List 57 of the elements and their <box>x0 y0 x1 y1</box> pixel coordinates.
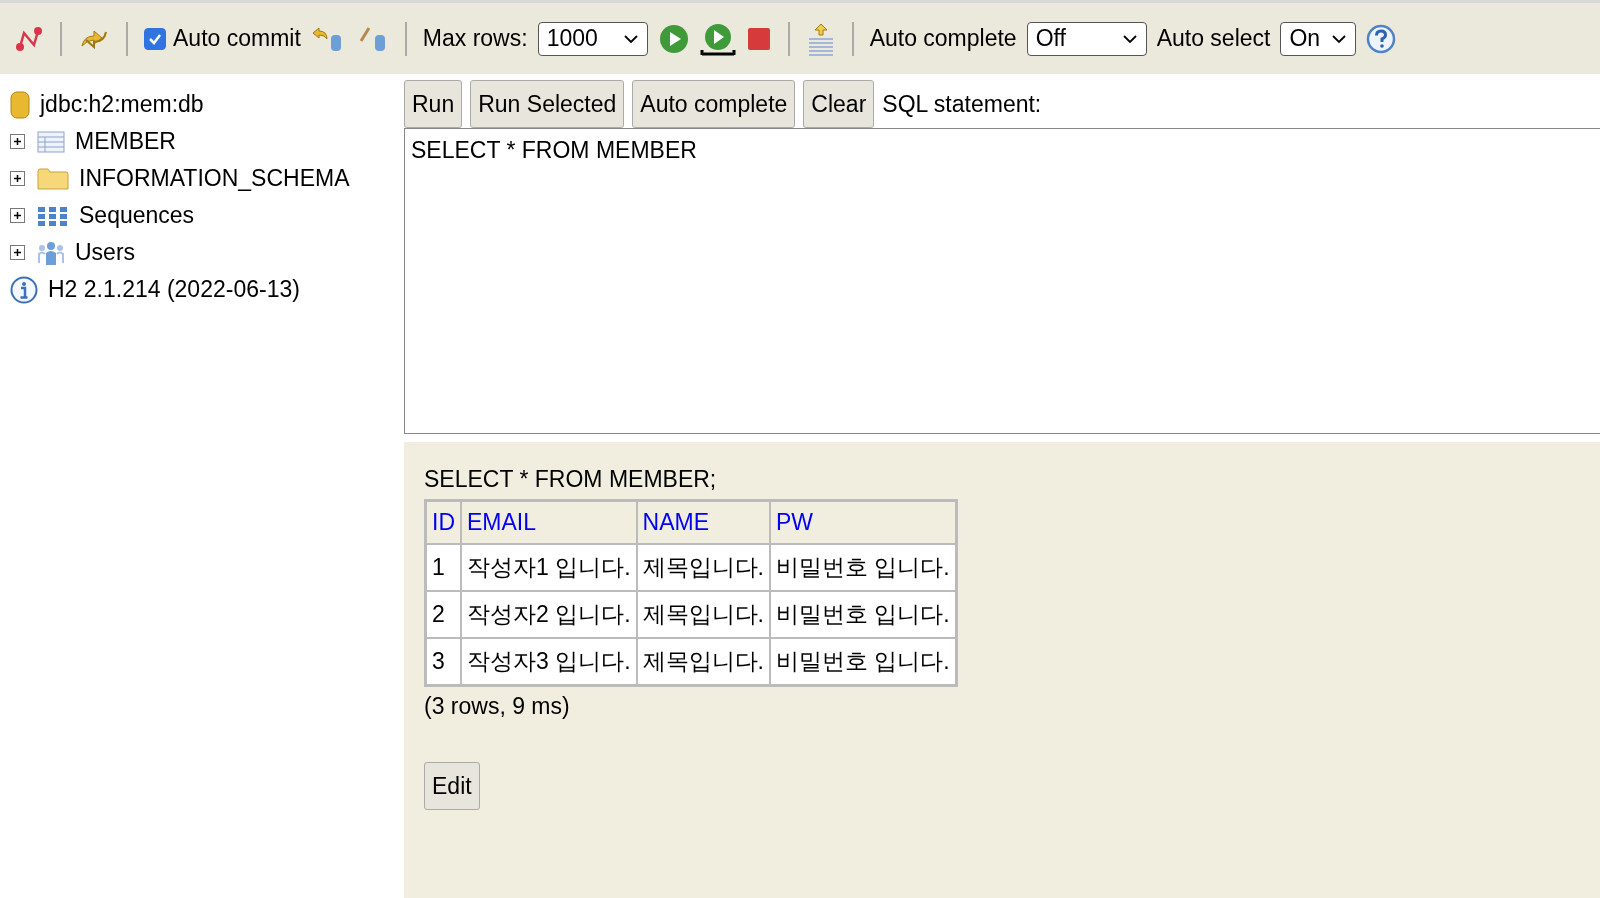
table-cell: 작성자2 입니다. <box>461 591 637 638</box>
caret-icon <box>622 33 639 44</box>
stop-icon[interactable] <box>745 25 772 52</box>
run-icon[interactable] <box>657 22 690 55</box>
expand-icon[interactable] <box>10 134 25 149</box>
auto-select-select[interactable]: On <box>1280 21 1357 56</box>
column-header[interactable]: EMAIL <box>461 501 637 544</box>
editor-button[interactable]: Clear <box>803 80 875 128</box>
tree-item[interactable]: MEMBER <box>75 128 176 155</box>
table-cell: 제목입니다. <box>636 591 770 638</box>
folder-icon <box>37 166 69 191</box>
run-selected-icon[interactable] <box>699 21 736 56</box>
help-icon[interactable] <box>1366 23 1397 54</box>
table-icon <box>37 130 65 153</box>
tree-item[interactable]: Users <box>75 239 136 266</box>
sql-text: SELECT * FROM MEMBER <box>411 137 697 163</box>
expand-icon[interactable] <box>10 245 25 260</box>
max-rows-select[interactable]: 1000 <box>537 21 648 56</box>
column-header[interactable]: PW <box>769 501 956 544</box>
editor-button[interactable]: Run Selected <box>470 80 625 128</box>
connection-url: jdbc:h2:mem:db <box>40 91 204 118</box>
auto-commit-checkbox[interactable] <box>144 27 166 50</box>
table-cell: 제목입니다. <box>636 638 770 685</box>
table-cell: 비밀번호 입니다. <box>769 544 956 591</box>
column-header[interactable]: NAME <box>636 501 770 544</box>
tree-item[interactable]: Sequences <box>79 202 195 229</box>
table-cell: 비밀번호 입니다. <box>769 591 956 638</box>
database-icon <box>10 90 30 119</box>
auto-select-label: Auto select <box>1156 25 1271 52</box>
result-summary: (3 rows, 9 ms) <box>424 693 571 720</box>
table-cell: 2 <box>426 591 461 638</box>
table-cell: 작성자3 입니다. <box>461 638 637 685</box>
column-header[interactable]: ID <box>426 501 461 544</box>
auto-complete-select[interactable]: Off <box>1026 21 1147 56</box>
result-query: SELECT * FROM MEMBER; <box>424 466 718 493</box>
table-cell: 3 <box>426 638 461 685</box>
max-rows-label: Max rows: <box>422 25 528 52</box>
table-cell: 비밀번호 입니다. <box>769 638 956 685</box>
caret-icon <box>1121 33 1138 44</box>
info-icon <box>10 275 38 304</box>
expand-icon[interactable] <box>10 171 25 186</box>
table-cell: 작성자1 입니다. <box>461 544 637 591</box>
auto-complete-label: Auto complete <box>869 25 1017 52</box>
disconnect-icon[interactable] <box>14 24 44 53</box>
editor-button[interactable]: Auto complete <box>632 80 796 128</box>
sql-statement-label: SQL statement: <box>882 90 1042 118</box>
expand-icon[interactable] <box>10 208 25 223</box>
table-cell: 제목입니다. <box>636 544 770 591</box>
caret-icon <box>1331 33 1348 44</box>
editor-button[interactable]: Run <box>404 80 463 128</box>
sequence-grid-icon <box>37 204 69 227</box>
tree-item[interactable]: INFORMATION_SCHEMA <box>79 165 350 192</box>
edit-button[interactable]: Edit <box>424 762 480 810</box>
auto-commit-label: Auto commit <box>173 25 301 52</box>
table-cell: 1 <box>426 544 461 591</box>
version-text: H2 2.1.214 (2022-06-13) <box>48 276 300 303</box>
sql-editor[interactable]: SELECT * FROM MEMBER <box>404 128 1600 434</box>
